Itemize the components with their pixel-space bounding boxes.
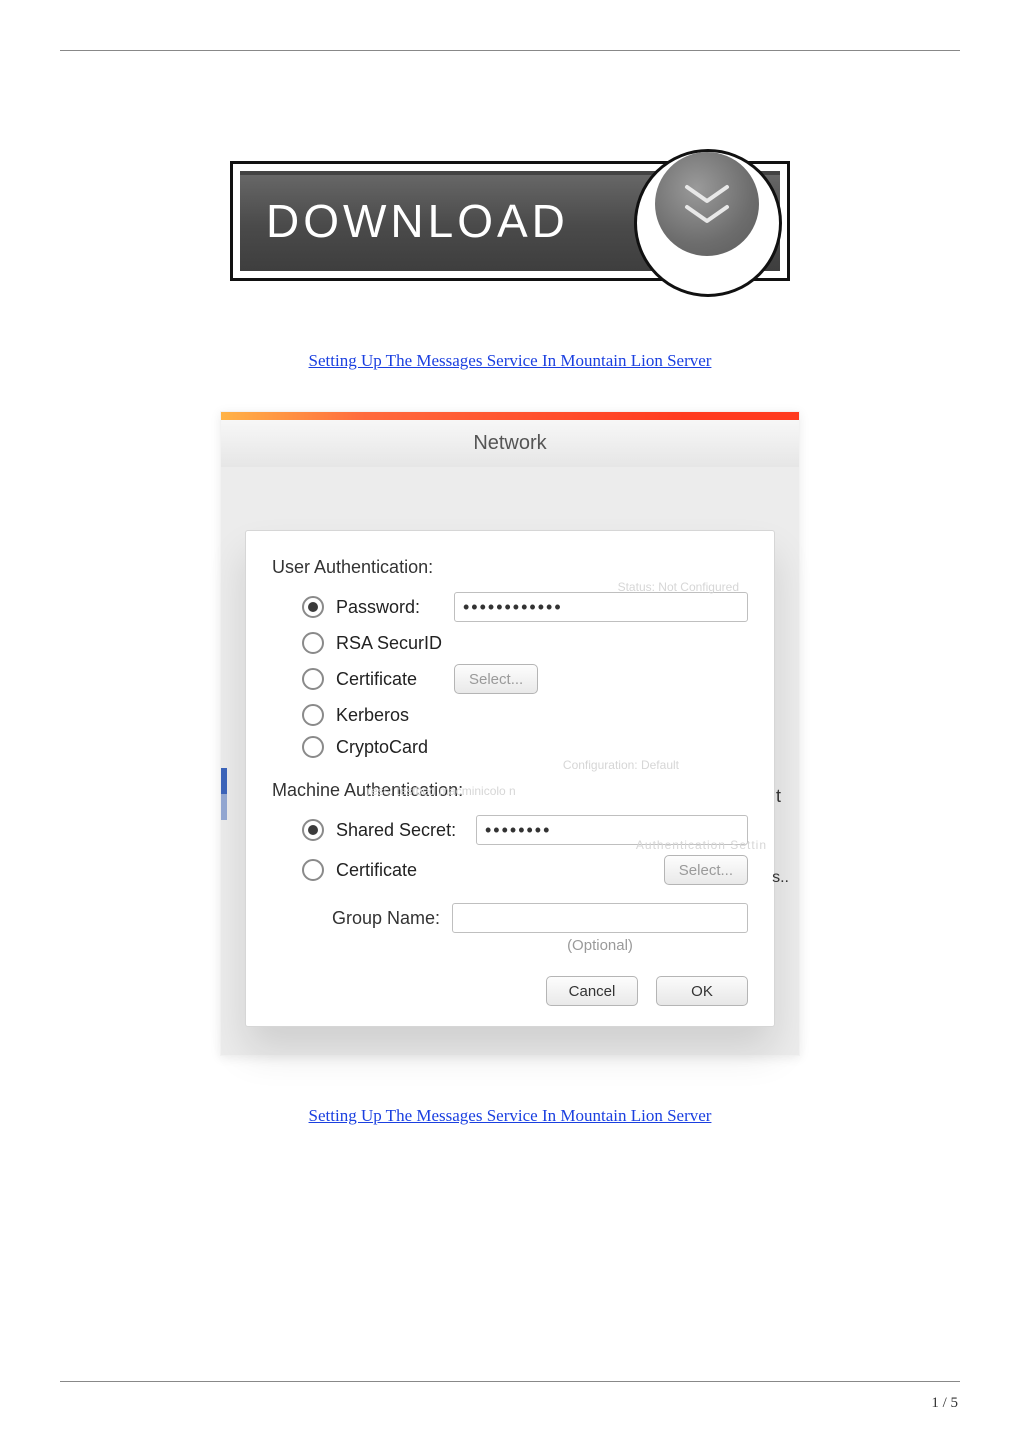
group-name-label: Group Name: [272,908,452,929]
radio-certificate[interactable] [302,668,324,690]
article-link-top: Setting Up The Messages Service In Mount… [0,351,1020,371]
group-name-row: Group Name: [272,903,748,933]
radio-row-shared-secret[interactable]: Shared Secret: •••••••• [272,815,748,845]
radio-label-password: Password: [336,597,454,618]
download-frame: DOWNLOAD [230,161,790,281]
password-mask: •••••••••••• [463,597,563,618]
radio-row-certificate[interactable]: Certificate Select... [272,664,748,694]
download-banner[interactable]: DOWNLOAD [230,161,790,281]
radio-cryptocard[interactable] [302,736,324,758]
network-panel: Network Status: Not Configured Configura… [220,411,800,1056]
radio-label-cryptocard: CryptoCard [336,737,454,758]
footer-rule [60,1381,960,1382]
article-link-2[interactable]: Setting Up The Messages Service In Mount… [309,1106,712,1125]
machine-auth-heading: Machine Authentication: [272,780,748,801]
sheet-actions: Cancel OK [272,976,748,1006]
radio-kerberos[interactable] [302,704,324,726]
article-link-bottom: Setting Up The Messages Service In Mount… [0,1106,1020,1126]
password-field[interactable]: •••••••••••• [454,592,748,622]
radio-row-rsa[interactable]: RSA SecurID [272,632,748,654]
radio-label-kerberos: Kerberos [336,705,454,726]
radio-label-shared-secret: Shared Secret: [336,820,476,841]
chevron-down-icon [684,184,730,224]
document-page: DOWNLOAD Setting Up The Messages Service… [0,0,1020,1442]
radio-label-machine-certificate: Certificate [336,860,476,881]
top-rule [60,50,960,51]
group-name-field[interactable] [452,903,748,933]
radio-password[interactable] [302,596,324,618]
shared-secret-field[interactable]: •••••••• [476,815,748,845]
radio-row-cryptocard[interactable]: CryptoCard [272,736,748,758]
group-name-optional: (Optional) [272,937,748,954]
radio-row-kerberos[interactable]: Kerberos [272,704,748,726]
window-header: Network [221,420,799,468]
sidebar-accent-2 [221,794,227,820]
radio-machine-certificate[interactable] [302,859,324,881]
radio-shared-secret[interactable] [302,819,324,841]
radio-label-certificate: Certificate [336,669,454,690]
shared-secret-mask: •••••••• [485,820,551,841]
select-certificate-button[interactable]: Select... [454,664,538,694]
download-circle [634,149,782,297]
article-link[interactable]: Setting Up The Messages Service In Mount… [309,351,712,370]
sidebar-accent [221,768,227,794]
panel-body: Status: Not Configured Configuration: De… [221,468,799,1055]
download-label: DOWNLOAD [240,194,569,248]
radio-rsa[interactable] [302,632,324,654]
window-title: Network [473,432,546,455]
download-circle-inner [655,152,759,256]
ghost-t: t [776,786,781,807]
radio-row-password[interactable]: Password: •••••••••••• [272,592,748,622]
select-machine-certificate-button[interactable]: Select... [664,855,748,885]
radio-row-machine-certificate[interactable]: Certificate Select... [272,855,748,885]
user-auth-heading: User Authentication: [272,557,748,578]
right-hint: s.. [772,869,789,887]
auth-sheet: User Authentication: Password: •••••••••… [245,530,775,1027]
cancel-button[interactable]: Cancel [546,976,638,1006]
radio-label-rsa: RSA SecurID [336,633,454,654]
window-titlebar-accent [221,412,799,420]
ok-button[interactable]: OK [656,976,748,1006]
page-number: 1 / 5 [931,1395,958,1412]
download-bar: DOWNLOAD [240,171,780,271]
